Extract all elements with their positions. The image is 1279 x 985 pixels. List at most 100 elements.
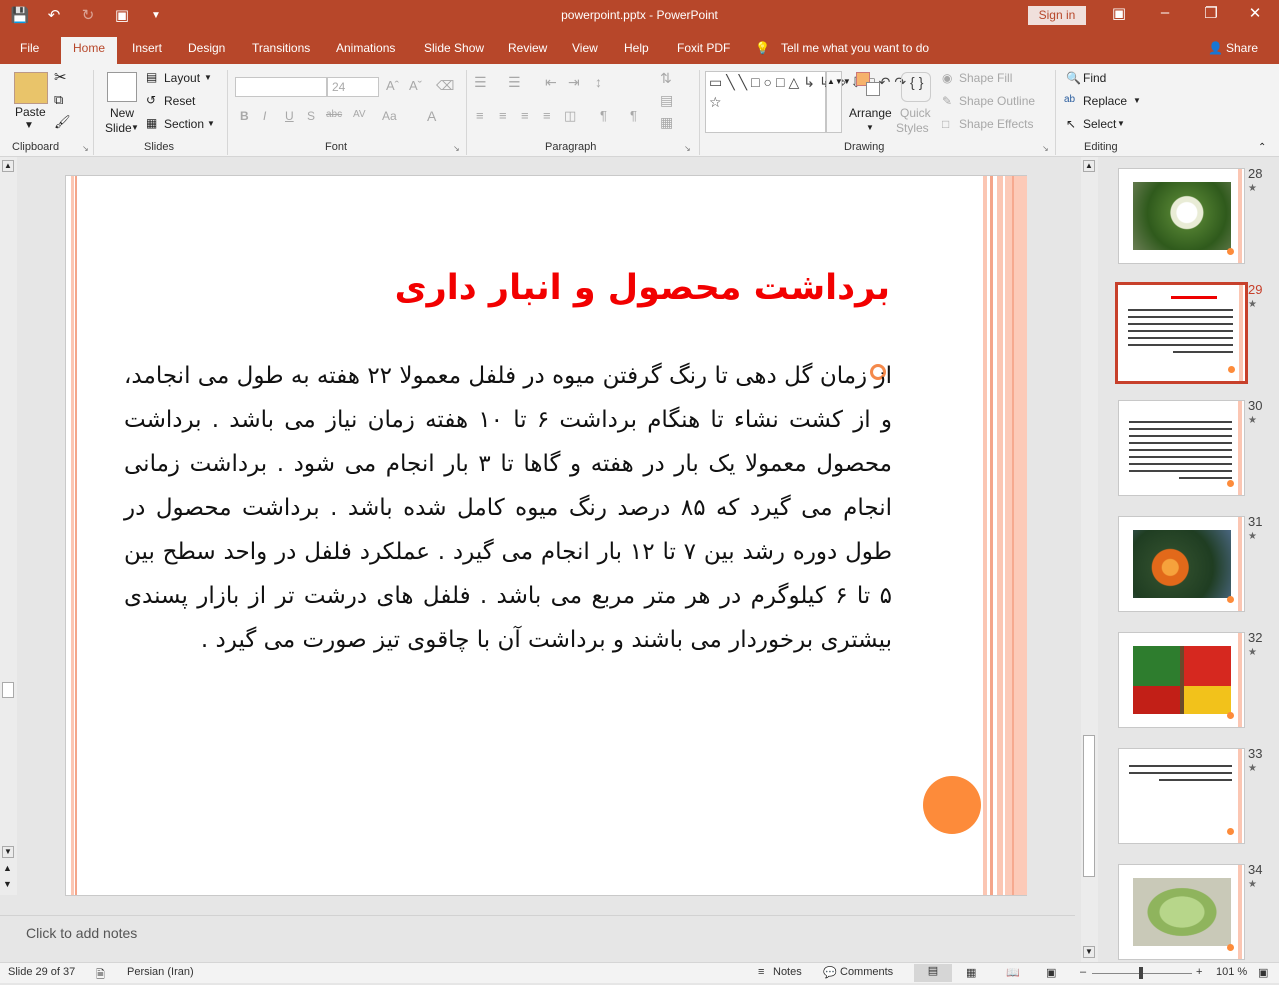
quick-styles-icon[interactable] [901, 72, 931, 102]
replace-button[interactable]: Replace [1083, 94, 1127, 108]
quick-styles-label2[interactable]: Styles [896, 121, 929, 135]
paste-icon[interactable] [14, 72, 48, 104]
increase-indent-icon[interactable]: ⇥ [568, 74, 580, 91]
collapse-ribbon-icon[interactable]: ⌃ [1258, 142, 1266, 153]
justify-icon[interactable]: ≡ [543, 108, 551, 123]
comments-button[interactable]: Comments [840, 966, 893, 978]
tab-slide-show[interactable]: Slide Show [424, 41, 484, 55]
align-right-icon[interactable]: ≡ [521, 108, 529, 123]
shapes-more-icon[interactable]: ▲▼▼ [826, 71, 851, 133]
font-size-combo[interactable]: 24 [327, 77, 379, 97]
shape-outline-button[interactable]: Shape Outline [959, 94, 1035, 108]
bold-icon[interactable]: B [240, 109, 249, 123]
thumbnail-29[interactable] [1115, 282, 1248, 384]
slide-canvas[interactable]: برداشت محصول و انبار داری از زمان گل دهی… [65, 175, 1027, 896]
tab-help[interactable]: Help [624, 41, 649, 55]
new-slide-icon[interactable] [107, 72, 137, 102]
tab-file[interactable]: File [20, 41, 39, 55]
slideshow-icon[interactable]: ▣ [1046, 966, 1056, 979]
text-direction-icon[interactable]: ⇅ [660, 70, 672, 87]
section-button[interactable]: Section [164, 117, 204, 131]
decrease-indent-icon[interactable]: ⇤ [545, 74, 557, 91]
font-launcher-icon[interactable]: ↘ [453, 144, 460, 153]
notes-button[interactable]: Notes [773, 966, 802, 978]
scroll-thumb[interactable] [1083, 735, 1095, 877]
font-name-combo[interactable] [235, 77, 327, 97]
scroll-up-icon[interactable]: ▲ [1083, 160, 1095, 172]
normal-view-icon[interactable]: ▤ [914, 964, 952, 982]
thumbnail-28[interactable] [1118, 168, 1245, 264]
select-dropdown-icon[interactable]: ▼ [1117, 119, 1125, 128]
shapes-gallery[interactable]: ▭╲╲□○□△↳↳⇨⇩□↶↷{}☆ [705, 71, 923, 133]
thumbnail-scrollbar[interactable]: ▲ ▼ [1081, 157, 1098, 962]
language-indicator[interactable]: Persian (Iran) [127, 966, 194, 978]
tab-transitions[interactable]: Transitions [252, 41, 310, 55]
layout-dropdown-icon[interactable]: ▼ [204, 73, 212, 82]
tell-me-search[interactable]: Tell me what you want to do [781, 41, 929, 55]
tab-view[interactable]: View [572, 41, 598, 55]
decrease-font-icon[interactable]: Aˇ [409, 78, 422, 93]
close-icon[interactable]: ✕ [1240, 4, 1270, 22]
left-scrollbar[interactable]: ▲ ▼ ▲ ▼ [0, 157, 17, 895]
scroll-down-icon[interactable]: ▼ [2, 846, 14, 858]
paste-button[interactable]: Paste [15, 105, 46, 119]
arrange-icon[interactable] [856, 72, 882, 98]
thumbnail-31[interactable] [1118, 516, 1245, 612]
tab-animations[interactable]: Animations [336, 41, 395, 55]
clear-format-icon[interactable]: ⌫ [436, 78, 454, 94]
shadow-icon[interactable]: S [307, 109, 315, 123]
fit-slide-icon[interactable]: ▣ [1258, 966, 1268, 979]
thumbnail-33[interactable] [1118, 748, 1245, 844]
notes-pane[interactable]: Click to add notes [0, 915, 1075, 962]
reset-button[interactable]: Reset [164, 94, 195, 108]
zoom-slider-thumb[interactable] [1139, 967, 1143, 979]
tab-foxit-pdf[interactable]: Foxit PDF [677, 41, 730, 55]
drawing-launcher-icon[interactable]: ↘ [1042, 144, 1049, 153]
font-color-icon[interactable]: A [427, 108, 436, 124]
align-center-icon[interactable]: ≡ [499, 108, 507, 123]
cut-icon[interactable]: ✂ [54, 68, 67, 86]
zoom-out-icon[interactable]: – [1080, 966, 1086, 978]
bullets-icon[interactable]: ☰ [474, 74, 487, 91]
notes-placeholder[interactable]: Click to add notes [26, 925, 137, 941]
new-slide-label2[interactable]: Slide [105, 121, 132, 135]
underline-icon[interactable]: U [285, 109, 294, 123]
shape-effects-button[interactable]: Shape Effects [959, 117, 1034, 131]
align-left-icon[interactable]: ≡ [476, 108, 484, 123]
find-button[interactable]: Find [1083, 71, 1106, 85]
format-painter-icon[interactable]: 🖌 [54, 114, 71, 130]
section-dropdown-icon[interactable]: ▼ [207, 119, 215, 128]
prev-slide-icon[interactable]: ▲ [3, 863, 12, 873]
share-button[interactable]: Share [1226, 41, 1258, 55]
clipboard-launcher-icon[interactable]: ↘ [82, 144, 89, 153]
scroll-thumb[interactable] [2, 682, 14, 698]
tab-review[interactable]: Review [508, 41, 547, 55]
change-case-icon[interactable]: Aa [382, 109, 397, 123]
scroll-down-icon[interactable]: ▼ [1083, 946, 1095, 958]
thumbnail-30[interactable] [1118, 400, 1245, 496]
tab-insert[interactable]: Insert [132, 41, 162, 55]
ltr-icon[interactable]: ¶ [630, 108, 637, 123]
layout-button[interactable]: Layout [164, 71, 200, 85]
spell-check-icon[interactable]: 🗎 [96, 966, 105, 985]
sign-in-button[interactable]: Sign in [1028, 6, 1086, 25]
ribbon-display-icon[interactable]: ▣ [1104, 4, 1134, 22]
reading-view-icon[interactable]: 📖 [1006, 966, 1020, 979]
new-slide-dropdown-icon[interactable]: ▼ [131, 123, 139, 132]
strikethrough-icon[interactable]: abc [326, 109, 342, 120]
maximize-icon[interactable]: ❐ [1196, 4, 1226, 22]
tab-home[interactable]: Home [61, 37, 118, 64]
columns-icon[interactable]: ◫ [564, 108, 576, 124]
paragraph-launcher-icon[interactable]: ↘ [684, 144, 691, 153]
numbering-icon[interactable]: ☰ [508, 74, 521, 91]
zoom-level[interactable]: 101 % [1216, 966, 1247, 978]
new-slide-button[interactable]: New [110, 106, 134, 120]
slide-body-text[interactable]: از زمان گل دهی تا رنگ گرفتن میوه در فلفل… [124, 354, 892, 662]
line-spacing-icon[interactable]: ↕ [595, 74, 602, 90]
shape-fill-button[interactable]: Shape Fill [959, 71, 1012, 85]
smartart-icon[interactable]: ▦ [660, 114, 673, 131]
char-spacing-icon[interactable]: AV [353, 109, 366, 120]
align-text-icon[interactable]: ▤ [660, 92, 673, 109]
slide-sorter-icon[interactable]: ▦ [966, 966, 976, 979]
italic-icon[interactable]: I [263, 109, 266, 123]
